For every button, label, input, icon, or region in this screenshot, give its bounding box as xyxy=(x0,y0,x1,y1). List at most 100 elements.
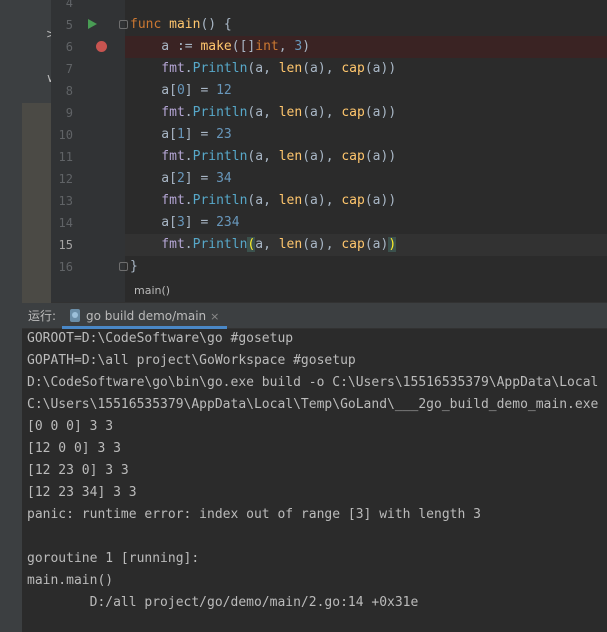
code-token: main xyxy=(169,17,201,32)
console-line: [12 23 0] 3 3 xyxy=(27,463,129,478)
code-token: a := xyxy=(130,39,201,54)
code-token: ) xyxy=(388,237,397,252)
console-line: D:/all project/go/demo/main/2.go:14 +0x3… xyxy=(27,595,419,610)
code-token: cap xyxy=(341,237,365,252)
code-line[interactable]: } xyxy=(130,256,138,278)
line-number: 10 xyxy=(58,128,73,142)
code-token: (a), xyxy=(302,193,342,208)
fold-icon[interactable] xyxy=(119,20,128,29)
code-token: fmt xyxy=(130,193,185,208)
code-line[interactable]: fmt.Println(a, len(a), cap(a)) xyxy=(130,58,396,80)
code-token: a[ xyxy=(130,83,177,98)
code-token: ] = xyxy=(184,83,217,98)
code-token: 234 xyxy=(216,215,240,230)
line-number: 11 xyxy=(58,150,73,164)
code-token: len xyxy=(278,149,303,164)
project-tree-selection xyxy=(22,103,51,303)
console-line: [12 23 34] 3 3 xyxy=(27,485,137,500)
code-line[interactable]: fmt.Println(a, len(a), cap(a)) xyxy=(130,146,396,168)
code-token: Println xyxy=(192,105,248,120)
code-token: (a, xyxy=(247,105,279,120)
code-token: int xyxy=(255,39,279,54)
line-number: 4 xyxy=(65,0,73,10)
line-number: 9 xyxy=(65,106,73,120)
tab-run-config[interactable]: go build demo/main × xyxy=(62,303,228,329)
line-number: 13 xyxy=(58,194,73,208)
code-token: ] = xyxy=(184,215,217,230)
breadcrumb[interactable]: main() xyxy=(125,280,170,302)
code-token: cap xyxy=(341,193,365,208)
run-toolwindow-header: 运行: go build demo/main × xyxy=(22,303,607,329)
code-token: (a, xyxy=(247,193,279,208)
code-token: len xyxy=(278,193,303,208)
code-token: (a), xyxy=(302,61,342,76)
code-token: fmt xyxy=(130,149,185,164)
code-token: Println xyxy=(192,61,248,76)
line-number: 16 xyxy=(58,260,73,274)
code-line[interactable]: a := make([]int, 3) xyxy=(130,36,310,58)
code-token: a, xyxy=(255,237,279,252)
code-token: (a)) xyxy=(364,105,397,120)
console-line: C:\Users\15516535379\AppData\Local\Temp\… xyxy=(27,397,599,412)
console-line: GOPATH=D:\all project\GoWorkspace #goset… xyxy=(27,353,356,368)
code-token: (a), xyxy=(302,149,342,164)
code-token: . xyxy=(184,237,193,252)
console-line: main.main() xyxy=(27,573,114,588)
code-token: (a, xyxy=(247,61,279,76)
code-token: 34 xyxy=(216,171,232,186)
line-number: 15 xyxy=(58,238,73,252)
fold-icon[interactable] xyxy=(119,262,128,271)
code-line[interactable]: a[2] = 34 xyxy=(130,168,232,190)
code-token: . xyxy=(184,193,193,208)
code-token: len xyxy=(278,61,303,76)
code-line[interactable]: fmt.Println(a, len(a), cap(a)) xyxy=(130,102,396,124)
run-gutter-icon[interactable] xyxy=(88,19,97,29)
code-token: ) xyxy=(302,39,311,54)
code-line[interactable]: a[0] = 12 xyxy=(130,80,232,102)
code-token: 3 xyxy=(176,215,185,230)
code-token: , xyxy=(278,39,295,54)
code-line[interactable]: a[1] = 23 xyxy=(130,124,232,146)
code-line[interactable]: func main() { xyxy=(130,14,232,36)
code-token: . xyxy=(184,149,193,164)
code-token: fmt xyxy=(130,105,185,120)
code-token: (a)) xyxy=(364,193,397,208)
breakpoint-icon[interactable] xyxy=(96,41,107,52)
code-token: make xyxy=(200,39,232,54)
code-token: (a, xyxy=(247,149,279,164)
code-token: . xyxy=(184,61,193,76)
tab-label: go build demo/main xyxy=(86,309,207,323)
code-line[interactable]: fmt.Println(a, len(a), cap(a)) xyxy=(130,234,397,256)
code-token: fmt xyxy=(130,237,185,252)
code-token: () { xyxy=(200,17,232,32)
code-token: cap xyxy=(341,149,365,164)
go-file-icon xyxy=(70,309,80,322)
code-token: 12 xyxy=(216,83,232,98)
code-token: 1 xyxy=(176,127,185,142)
code-token: . xyxy=(184,105,193,120)
console-output[interactable]: GOROOT=D:\CodeSoftware\go #gosetup GOPATH… xyxy=(22,330,607,632)
code-token: ] = xyxy=(184,171,217,186)
code-token: (a)) xyxy=(364,149,397,164)
run-label: 运行: xyxy=(28,309,57,323)
code-line[interactable]: a[3] = 234 xyxy=(130,212,240,234)
code-token: } xyxy=(130,259,138,274)
code-token: (a), xyxy=(302,105,342,120)
line-number: 5 xyxy=(65,18,73,32)
code-token: cap xyxy=(341,61,365,76)
code-token: 2 xyxy=(176,171,185,186)
project-tree-edge: > > ∨ xyxy=(22,0,60,303)
code-token: a[ xyxy=(130,171,177,186)
line-number: 6 xyxy=(65,40,73,54)
project-tree-panel xyxy=(0,0,22,632)
code-token: cap xyxy=(341,105,365,120)
console-line: [0 0 0] 3 3 xyxy=(27,419,114,434)
code-token: 23 xyxy=(216,127,232,142)
code-line[interactable]: fmt.Println(a, len(a), cap(a)) xyxy=(130,190,396,212)
code-token: ] = xyxy=(184,127,217,142)
code-token: len xyxy=(278,105,303,120)
console-line: D:\CodeSoftware\go\bin\go.exe build -o C… xyxy=(27,375,599,390)
console-line: goroutine 1 [running]: xyxy=(27,551,200,566)
close-icon[interactable]: × xyxy=(210,310,219,323)
